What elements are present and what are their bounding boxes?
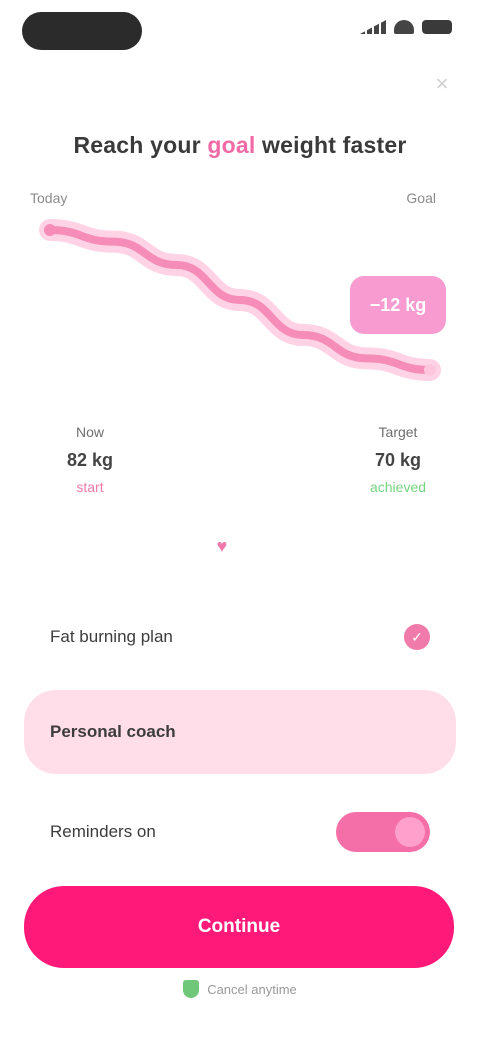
option-label: Fat burning plan: [50, 627, 173, 646]
title-prefix: Reach your: [73, 132, 208, 158]
stat-current-value: 82 kg: [66, 450, 114, 470]
footer-note: Cancel anytime: [0, 980, 480, 998]
option-row-reminders[interactable]: Reminders on: [24, 790, 456, 874]
option-row-coach[interactable]: Personal coach: [24, 690, 456, 774]
option-label: Personal coach: [50, 722, 176, 741]
option-row-plan[interactable]: Fat burning plan ✓: [24, 600, 456, 674]
battery-icon: [422, 20, 452, 34]
stat-target-change: achieved: [369, 479, 427, 495]
signal-icon: [360, 20, 386, 34]
option-label: Reminders on: [50, 822, 156, 841]
footer-note-text: Cancel anytime: [207, 981, 297, 997]
chart-point: [424, 364, 436, 376]
page-title: Reach your goal weight faster: [0, 132, 480, 159]
chart-point: [44, 224, 56, 236]
continue-button[interactable]: Continue: [24, 886, 454, 968]
heart-icon: ♥: [216, 536, 228, 556]
stat-current: Now 82 kg start: [30, 424, 150, 495]
status-bar: [0, 0, 480, 64]
title-highlight: goal: [207, 132, 256, 158]
status-icons: [360, 20, 452, 34]
shield-icon: [183, 980, 200, 998]
wifi-icon: [394, 20, 414, 34]
title-suffix: weight faster: [255, 132, 407, 158]
close-icon[interactable]: ×: [428, 70, 456, 98]
stat-target-value: 70 kg: [374, 450, 422, 470]
stat-target: Target 70 kg achieved: [338, 424, 458, 495]
status-time-pill: [22, 12, 142, 50]
goal-badge: −12 kg: [350, 276, 446, 334]
stat-current-change: start: [76, 479, 104, 495]
reminder-toggle[interactable]: [336, 812, 430, 852]
stat-current-label: Now: [75, 424, 104, 440]
stat-target-label: Target: [378, 424, 418, 440]
check-icon: ✓: [404, 624, 430, 650]
